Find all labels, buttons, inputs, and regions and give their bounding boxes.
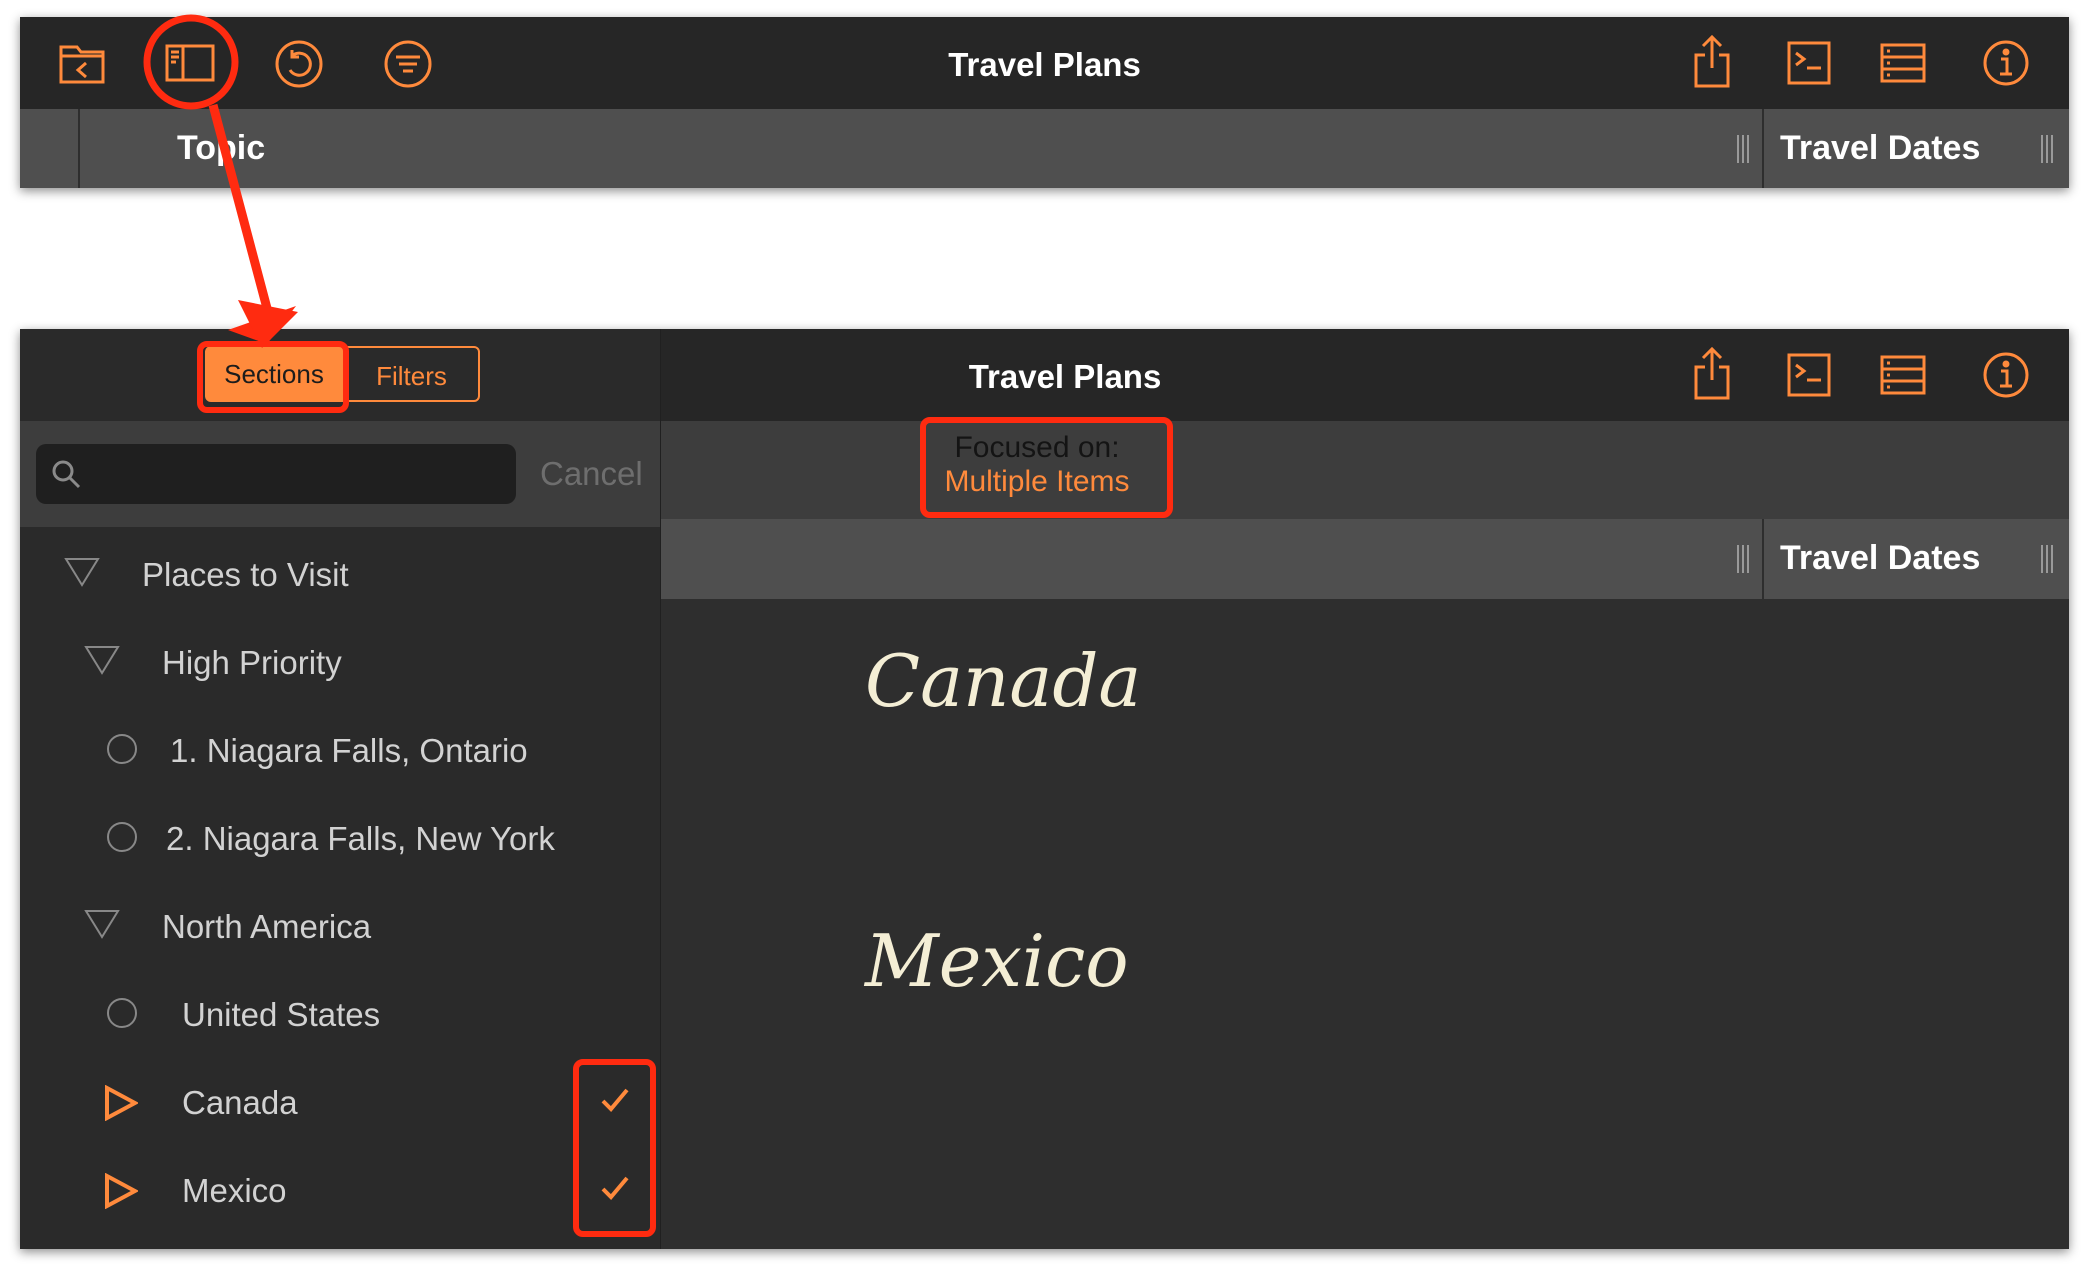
annotation-box-sections — [197, 341, 349, 413]
annotation-box-checks — [573, 1059, 656, 1237]
annotation-circle — [143, 14, 239, 110]
annotation-arrow — [143, 14, 298, 348]
annotation-box-focus — [920, 417, 1173, 518]
